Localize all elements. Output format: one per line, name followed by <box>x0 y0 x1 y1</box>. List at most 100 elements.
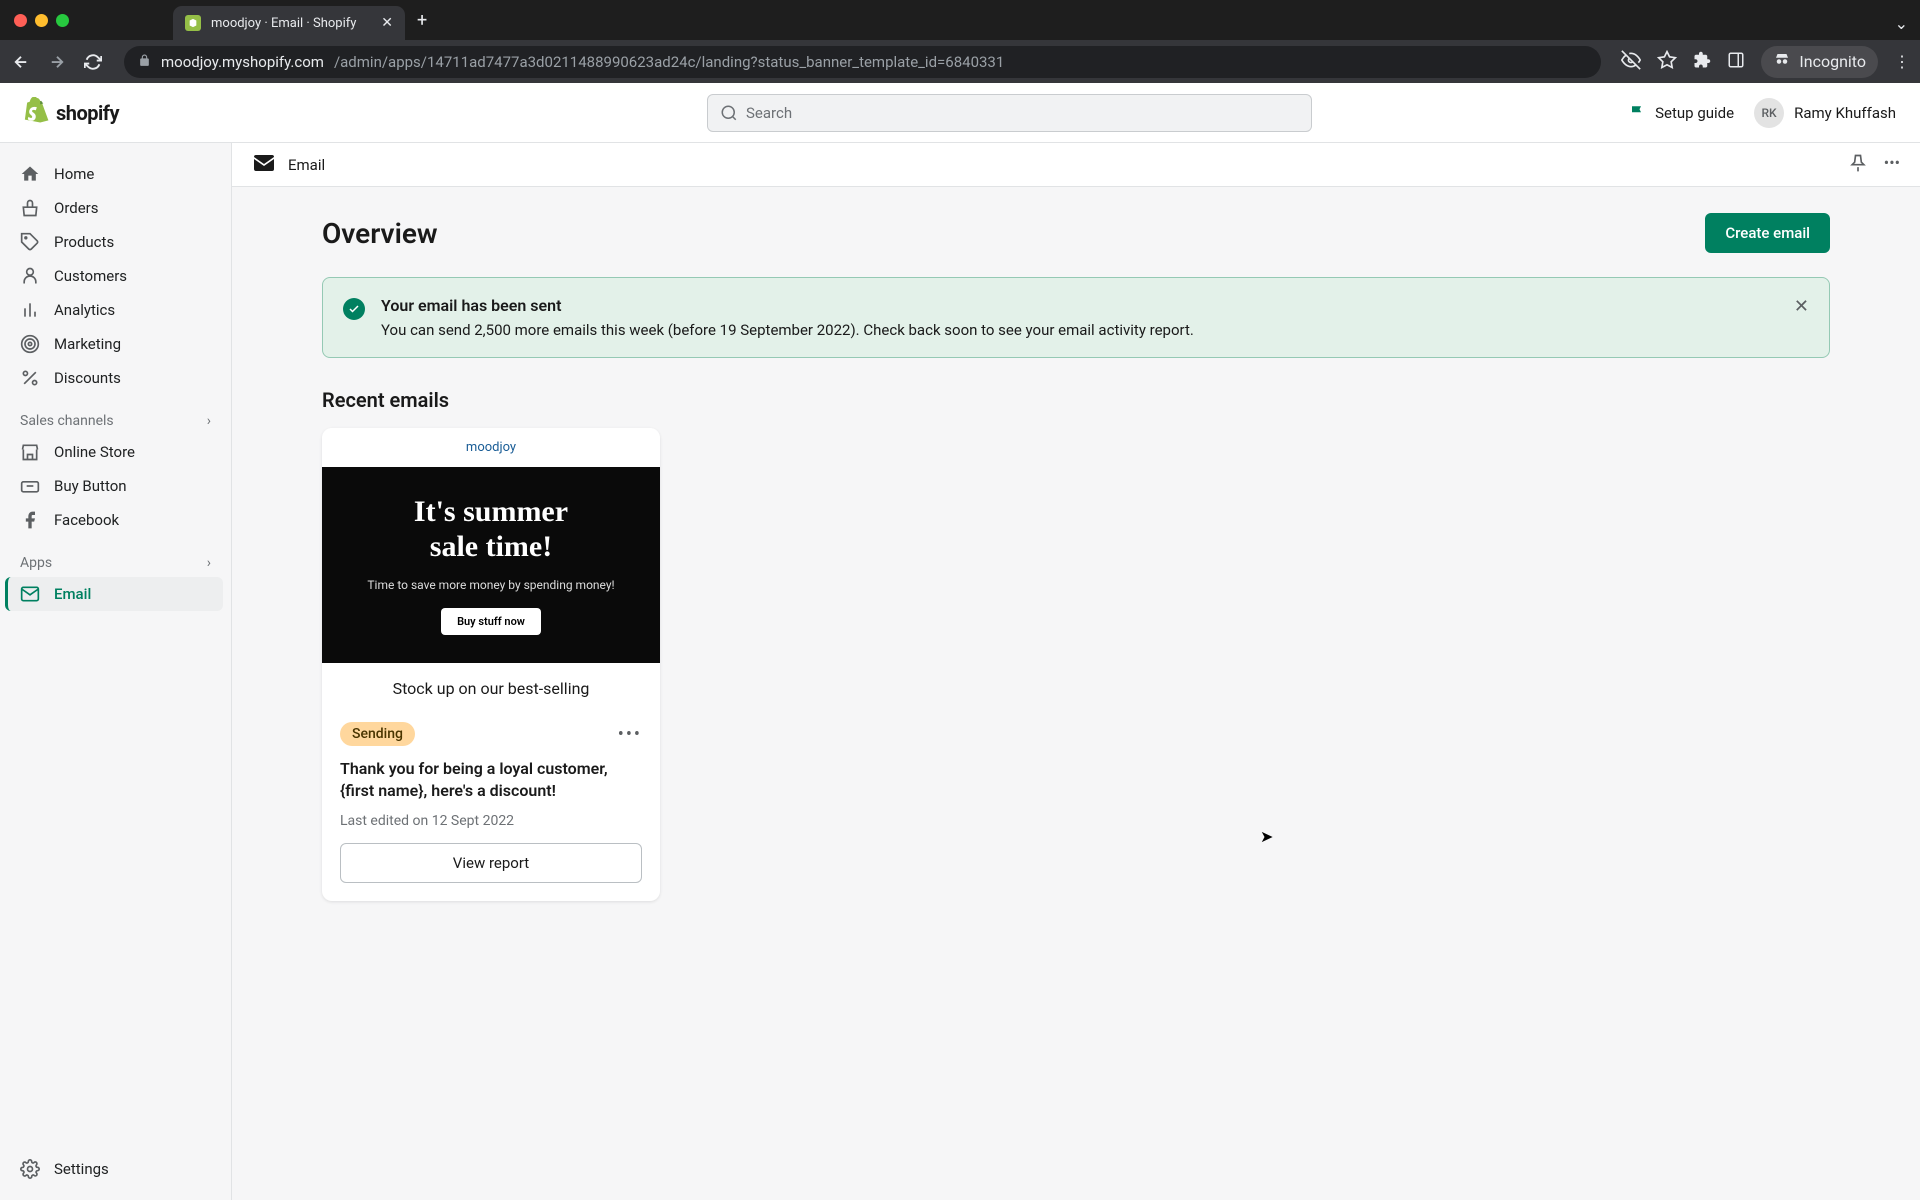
incognito-icon <box>1773 51 1791 73</box>
nav-label: Facebook <box>54 511 119 529</box>
sidebar-item-marketing[interactable]: Marketing <box>8 327 223 361</box>
banner-close-button[interactable]: ✕ <box>1794 296 1809 339</box>
shopify-wordmark: shopify <box>56 101 119 125</box>
sidebar-item-customers[interactable]: Customers <box>8 259 223 293</box>
nav-label: Products <box>54 233 114 251</box>
forward-button[interactable] <box>46 53 68 71</box>
main-content: Email ••• Overview Create email Your ema… <box>232 143 1920 1200</box>
nav-label: Marketing <box>54 335 121 353</box>
email-preview: moodjoy It's summer sale time! Time to s… <box>322 428 660 708</box>
sidebar-item-orders[interactable]: Orders <box>8 191 223 225</box>
user-menu[interactable]: RK Ramy Khuffash <box>1754 98 1896 128</box>
bookmark-icon[interactable] <box>1657 50 1677 74</box>
hero-line1: It's summer <box>342 495 640 530</box>
incognito-label: Incognito <box>1799 52 1866 71</box>
window-minimize[interactable] <box>35 14 48 27</box>
browser-chrome: moodjoy · Email · Shopify ✕ + ⌄ moodjoy.… <box>0 0 1920 83</box>
extensions-icon[interactable] <box>1693 51 1711 73</box>
content-area: Overview Create email Your email has bee… <box>232 187 1920 1200</box>
analytics-icon <box>20 300 40 320</box>
panel-icon[interactable] <box>1727 51 1745 73</box>
products-icon <box>20 232 40 252</box>
create-email-button[interactable]: Create email <box>1705 213 1830 253</box>
sidebar-item-facebook[interactable]: Facebook <box>8 503 223 537</box>
marketing-icon <box>20 334 40 354</box>
browser-tab[interactable]: moodjoy · Email · Shopify ✕ <box>173 6 405 40</box>
section-label: Apps <box>20 555 52 571</box>
new-tab-button[interactable]: + <box>417 10 427 31</box>
chrome-dropdown-icon[interactable]: ⌄ <box>1895 14 1908 33</box>
discounts-icon <box>20 368 40 388</box>
gear-icon <box>20 1159 40 1179</box>
back-button[interactable] <box>10 53 32 71</box>
card-more-button[interactable]: ••• <box>618 724 642 745</box>
home-icon <box>20 164 40 184</box>
app-header: Email ••• <box>232 143 1920 187</box>
reload-button[interactable] <box>82 53 104 71</box>
more-icon[interactable]: ••• <box>1884 153 1900 177</box>
preview-brand: moodjoy <box>322 428 660 467</box>
chevron-right-icon: › <box>207 555 211 571</box>
preview-hero: It's summer sale time! Time to save more… <box>322 467 660 663</box>
nav-label: Home <box>54 165 94 183</box>
url-bar: moodjoy.myshopify.com/admin/apps/14711ad… <box>0 40 1920 83</box>
app-container: shopify Search Setup guide RK Ramy Khuff… <box>0 83 1920 1200</box>
search-placeholder: Search <box>746 104 792 122</box>
shopify-logo[interactable]: shopify <box>20 97 119 129</box>
meta-row: Sending ••• <box>340 722 642 746</box>
browser-actions: Incognito ⋮ <box>1621 46 1910 78</box>
success-banner: Your email has been sent You can send 2,… <box>322 277 1830 358</box>
sidebar-item-email[interactable]: Email <box>5 577 223 611</box>
sidebar-item-settings[interactable]: Settings <box>8 1152 223 1186</box>
search-icon <box>720 104 738 122</box>
tab-title: moodjoy · Email · Shopify <box>211 16 371 31</box>
email-icon <box>20 584 40 604</box>
sidebar-item-home[interactable]: Home <box>8 157 223 191</box>
sidebar-item-products[interactable]: Products <box>8 225 223 259</box>
section-label: Sales channels <box>20 413 114 429</box>
preview-footer-text: Stock up on our best-selling <box>322 663 660 702</box>
email-card[interactable]: moodjoy It's summer sale time! Time to s… <box>322 428 660 901</box>
pin-icon[interactable] <box>1848 153 1868 177</box>
store-icon <box>20 442 40 462</box>
setup-guide-link[interactable]: Setup guide <box>1629 104 1734 122</box>
nav-label: Analytics <box>54 301 115 319</box>
flag-icon <box>1629 104 1647 122</box>
view-report-button[interactable]: View report <box>340 843 642 883</box>
banner-title: Your email has been sent <box>381 296 1778 315</box>
banner-text: You can send 2,500 more emails this week… <box>381 321 1778 339</box>
user-avatar: RK <box>1754 98 1784 128</box>
url-path: /admin/apps/14711ad7477a3d0211488990623a… <box>334 53 1004 71</box>
nav-label: Settings <box>54 1160 109 1178</box>
window-close[interactable] <box>14 14 27 27</box>
nav-label: Buy Button <box>54 477 127 495</box>
nav-label: Orders <box>54 199 99 217</box>
close-tab-icon[interactable]: ✕ <box>381 15 393 31</box>
tab-bar: moodjoy · Email · Shopify ✕ + ⌄ <box>83 0 1920 40</box>
browser-menu-icon[interactable]: ⋮ <box>1894 52 1910 71</box>
recent-emails-heading: Recent emails <box>322 388 1830 412</box>
chevron-right-icon: › <box>207 413 211 429</box>
window-maximize[interactable] <box>56 14 69 27</box>
window-controls <box>0 0 83 37</box>
sidebar-item-discounts[interactable]: Discounts <box>8 361 223 395</box>
hero-cta: Buy stuff now <box>441 608 541 635</box>
shopify-favicon-icon <box>185 15 201 31</box>
app-header-title: Email <box>288 156 325 174</box>
card-date: Last edited on 12 Sept 2022 <box>340 813 642 829</box>
banner-body: Your email has been sent You can send 2,… <box>381 296 1778 339</box>
nav-label: Discounts <box>54 369 121 387</box>
section-sales-channels[interactable]: Sales channels › <box>8 395 223 435</box>
page-head: Overview Create email <box>322 213 1830 253</box>
section-apps[interactable]: Apps › <box>8 537 223 577</box>
eye-off-icon[interactable] <box>1621 50 1641 74</box>
lock-icon <box>138 53 151 71</box>
incognito-badge[interactable]: Incognito <box>1761 46 1878 78</box>
sidebar-item-analytics[interactable]: Analytics <box>8 293 223 327</box>
app-header-actions: ••• <box>1848 153 1900 177</box>
sidebar-item-online-store[interactable]: Online Store <box>8 435 223 469</box>
address-bar[interactable]: moodjoy.myshopify.com/admin/apps/14711ad… <box>124 46 1601 78</box>
sidebar-item-buy-button[interactable]: Buy Button <box>8 469 223 503</box>
search-input[interactable]: Search <box>707 94 1312 132</box>
nav-label: Online Store <box>54 443 135 461</box>
